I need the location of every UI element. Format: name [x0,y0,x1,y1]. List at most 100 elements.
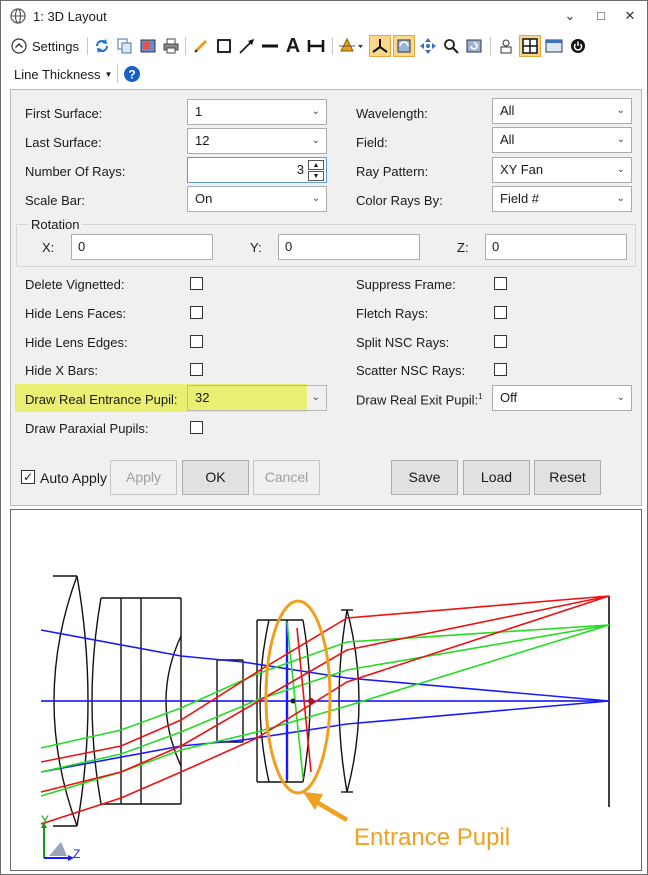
settings-panel: First Surface: 1 ⌄ Last Surface: 12 ⌄ Nu… [10,89,642,506]
save-button[interactable]: Save [391,460,458,495]
entrance-pupil-ellipse [264,599,332,795]
rotation-x-input[interactable]: 0 [71,234,213,260]
color-rays-by-value: Field # [500,191,540,206]
line-thickness-label: Line Thickness [14,66,101,82]
pencil-icon[interactable] [190,35,212,57]
hide-lens-faces-label: Hide Lens Faces: [25,306,127,321]
spin-down-button[interactable]: ▼ [308,171,324,181]
entrance-pupil-annotation: Entrance Pupil [354,824,511,851]
chevron-down-icon: ⌄ [311,193,320,204]
spin-up-button[interactable]: ▲ [308,160,324,170]
line-tool-icon[interactable] [259,35,281,57]
layout-window: 1: 3D Layout ⌄ □ ✕ Settings A Line Thick… [0,0,648,875]
wavelength-label: Wavelength: [356,106,428,121]
wavelength-value: All [500,103,515,118]
field-label: Field: [356,135,388,150]
load-button[interactable]: Load [463,460,530,495]
draw-real-exit-pupil-text: Draw Real Exit Pupil: [356,392,479,408]
scatter-nsc-rays-checkbox[interactable] [494,363,507,376]
fletch-rays-label: Fletch Rays: [356,306,429,321]
reset-button[interactable]: Reset [534,460,601,495]
chevron-down-icon: ⌄ [616,164,625,175]
toolbar-separator [117,65,118,83]
line-thickness-dropdown[interactable]: Line Thickness ▼ [14,65,112,83]
rotation-x-label: X: [42,240,55,255]
rotate-view-icon[interactable] [393,35,415,57]
chevron-down-icon: ⌄ [311,106,320,117]
layout-plot[interactable]: Y Z Entrance Pupil [10,509,642,871]
text-tool-icon[interactable]: A [282,35,304,57]
scale-bar-select[interactable]: On ⌄ [187,186,327,212]
ray-options-icon[interactable] [337,35,365,57]
chevron-up-circle-icon [11,38,27,54]
power-icon[interactable] [567,35,589,57]
first-surface-value: 1 [195,104,203,119]
maximize-button[interactable]: □ [591,7,611,25]
zoom-icon[interactable] [440,35,462,57]
draw-real-exit-pupil-select[interactable]: Off ⌄ [492,385,632,411]
layout-grid-icon[interactable] [519,35,541,57]
user-lock-icon[interactable] [495,35,517,57]
layout-drawing [40,575,610,861]
pan-icon[interactable] [417,35,439,57]
last-surface-select[interactable]: 12 ⌄ [187,128,327,154]
wavelength-select[interactable]: All ⌄ [492,98,632,124]
hide-x-bars-checkbox[interactable] [190,363,203,376]
rectangle-icon[interactable] [213,35,235,57]
scale-bar-value: On [195,191,213,206]
hide-lens-faces-checkbox[interactable] [190,306,203,319]
draw-paraxial-pupils-checkbox[interactable] [190,421,203,434]
collapse-button[interactable]: ⌄ [560,7,580,25]
hide-lens-edges-checkbox[interactable] [190,335,203,348]
lens-app-icon [10,8,26,24]
toolbar-secondary: Line Thickness ▼ ? [1,60,647,88]
ray-pattern-label: Ray Pattern: [356,164,429,179]
field-value: All [500,132,515,147]
chevron-down-icon: ⌄ [616,392,625,403]
ray-pattern-select[interactable]: XY Fan ⌄ [492,157,632,183]
close-button[interactable]: ✕ [620,7,640,25]
toolbar-separator [332,37,333,55]
title-bar: 1: 3D Layout ⌄ □ ✕ [1,1,647,32]
auto-apply-checkbox[interactable]: ✓ [21,470,35,484]
number-of-rays-spinner[interactable]: 3 ▲ ▼ [187,157,327,183]
arrow-tool-icon[interactable] [236,35,258,57]
first-surface-label: First Surface: [25,106,103,121]
chevron-down-icon: ⌄ [311,135,320,146]
field-select[interactable]: All ⌄ [492,127,632,153]
color-rays-by-select[interactable]: Field # ⌄ [492,186,632,212]
first-surface-select[interactable]: 1 ⌄ [187,99,327,125]
settings-toggle[interactable]: Settings [11,37,79,55]
rotation-z-input[interactable]: 0 [485,234,627,260]
toolbar-separator [185,37,186,55]
draw-real-exit-pupil-label: Draw Real Exit Pupil:1 [356,392,483,407]
toolbar-main: Settings A [1,32,647,60]
pupil-center-marker [290,698,296,704]
suppress-frame-checkbox[interactable] [494,277,507,290]
number-of-rays-value: 3 [296,162,304,177]
copy-icon[interactable] [114,35,136,57]
delete-vignetted-checkbox[interactable] [190,277,203,290]
draw-real-entrance-pupil-select[interactable]: 32 ⌄ [187,385,327,411]
axes-view-icon[interactable] [369,35,391,57]
refresh-icon[interactable] [91,35,113,57]
export-image-icon[interactable] [137,35,159,57]
split-nsc-rays-checkbox[interactable] [494,335,507,348]
fletch-rays-checkbox[interactable] [494,306,507,319]
print-icon[interactable] [160,35,182,57]
help-icon[interactable]: ? [121,63,143,85]
rotation-y-input[interactable]: 0 [278,234,420,260]
axis-triad [41,822,74,861]
cancel-button[interactable]: Cancel [253,460,320,495]
window-layout-icon[interactable] [543,35,565,57]
ok-button[interactable]: OK [182,460,249,495]
last-surface-label: Last Surface: [25,135,102,150]
pupil-edge-marker [308,698,314,704]
footnote-marker: 1 [478,392,483,401]
window-title: 1: 3D Layout [33,9,107,24]
ray-pattern-value: XY Fan [500,162,544,177]
reset-view-icon[interactable] [463,35,485,57]
dimension-tool-icon[interactable] [305,35,327,57]
apply-button[interactable]: Apply [110,460,177,495]
chevron-down-icon: ▼ [104,69,113,79]
